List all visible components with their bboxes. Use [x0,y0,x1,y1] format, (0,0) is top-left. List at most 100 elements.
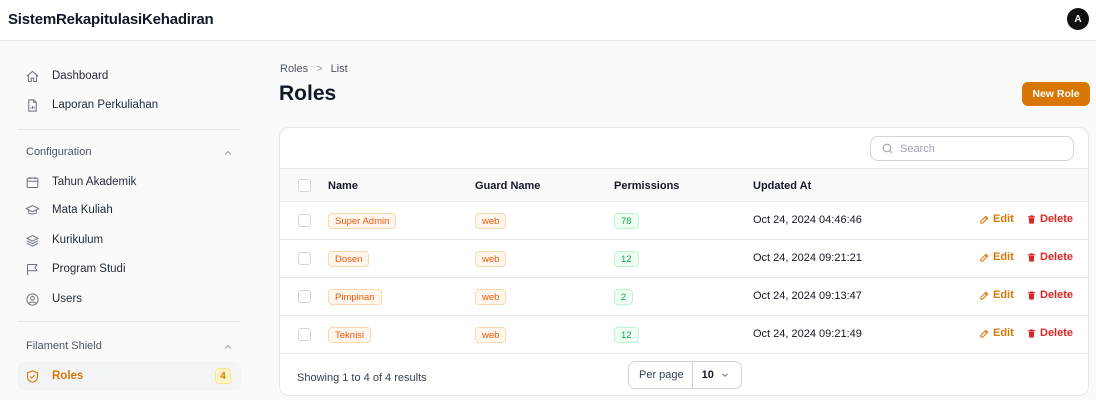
sidebar-item-mata-kuliah[interactable]: Mata Kuliah [18,196,240,224]
academic-cap-icon [25,204,40,214]
updated-at-cell: Oct 24, 2024 09:21:49 [753,328,862,340]
table-row[interactable]: Pimpinan web 2 Oct 24, 2024 09:13:47 Edi… [280,278,1088,316]
trash-icon [1027,214,1036,224]
top-bar: SistemRekapitulasiKehadiran A [0,0,1096,41]
table-row[interactable]: Super Admin web 78 Oct 24, 2024 04:46:46… [280,202,1088,240]
guard-badge: web [475,327,507,343]
flag-icon [27,263,38,275]
sidebar-item-label: Roles [52,370,84,382]
updated-at-cell: Oct 24, 2024 04:46:46 [753,214,862,226]
edit-button[interactable]: Edit [979,251,1014,263]
stack-icon [25,234,40,247]
delete-button[interactable]: Delete [1026,213,1073,225]
sidebar-divider [18,321,240,322]
user-circle-icon [26,292,39,306]
permissions-badge: 12 [614,327,639,343]
sidebar-item-label: Users [52,293,83,305]
column-header-permissions[interactable]: Permissions [614,180,679,192]
pencil-square-icon [980,329,989,338]
column-header-updated-at[interactable]: Updated At [753,180,811,192]
chevron-up-icon[interactable] [222,341,234,353]
search-field[interactable] [870,136,1074,161]
role-name-badge: Super Admin [328,213,397,229]
select-all-checkbox[interactable] [298,179,311,192]
pencil-square-icon [980,215,989,224]
sidebar-group-filament-shield[interactable]: Filament Shield [26,340,102,352]
updated-at-cell: Oct 24, 2024 09:21:21 [753,252,862,264]
delete-label: Delete [1040,289,1074,301]
row-checkbox[interactable] [298,214,311,227]
delete-label: Delete [1040,213,1074,225]
edit-button[interactable]: Edit [979,289,1014,301]
row-checkbox[interactable] [298,252,311,265]
search-icon [882,143,893,154]
permissions-badge: 12 [614,251,639,267]
sidebar-item-kurikulum[interactable]: Kurikulum [18,226,240,254]
app-title[interactable]: SistemRekapitulasiKehadiran [8,11,214,28]
pencil-square-icon [980,253,989,262]
sidebar-item-tahun-akademik[interactable]: Tahun Akademik [18,168,240,196]
guard-badge: web [475,289,507,305]
sidebar-item-dashboard[interactable]: Dashboard [18,62,240,90]
table-row[interactable]: Dosen web 12 Oct 24, 2024 09:21:21 Edit … [280,240,1088,278]
role-name-badge: Pimpinan [328,289,382,305]
count-badge: 4 [215,368,231,384]
shield-check-icon [26,369,39,383]
sidebar-item-label: Program Studi [52,263,126,275]
column-header-name[interactable]: Name [328,180,358,192]
per-page-label: Per page [629,362,693,388]
delete-label: Delete [1040,251,1074,263]
role-name-badge: Dosen [328,251,370,267]
sidebar-item-roles[interactable]: Roles 4 [18,362,241,390]
pencil-square-icon [980,291,989,300]
updated-at-cell: Oct 24, 2024 09:13:47 [753,290,862,302]
permissions-badge: 2 [614,289,634,305]
chevron-up-icon[interactable] [222,147,234,159]
sidebar-divider [18,129,240,130]
delete-button[interactable]: Delete [1026,251,1073,263]
column-header-guard-name[interactable]: Guard Name [475,180,540,192]
calendar-icon [26,176,39,188]
breadcrumb-roles[interactable]: Roles [280,63,308,75]
table-header: Name Guard Name Permissions Updated At [280,168,1088,202]
sidebar-item-program-studi[interactable]: Program Studi [18,255,240,283]
edit-label: Edit [993,289,1014,301]
guard-badge: web [475,251,507,267]
edit-label: Edit [993,251,1014,263]
sidebar-item-label: Dashboard [52,70,109,82]
per-page-value-text: 10 [701,369,714,381]
edit-label: Edit [993,213,1014,225]
edit-button[interactable]: Edit [979,213,1014,225]
breadcrumb-list: List [330,63,348,75]
page-title: Roles [279,82,337,105]
new-role-button[interactable]: New Role [1022,82,1090,106]
sidebar-item-label: Laporan Perkuliahan [52,99,159,111]
edit-button[interactable]: Edit [979,327,1014,339]
sidebar: Dashboard Laporan Perkuliahan Configurat… [0,41,258,400]
delete-button[interactable]: Delete [1026,327,1073,339]
trash-icon [1027,252,1036,262]
row-checkbox[interactable] [298,328,311,341]
search-input[interactable] [900,142,1050,155]
trash-icon [1027,290,1036,300]
pagination-summary: Showing 1 to 4 of 4 results [297,372,427,384]
delete-button[interactable]: Delete [1026,289,1073,301]
sidebar-item-laporan-perkuliahan[interactable]: Laporan Perkuliahan [18,91,240,119]
edit-label: Edit [993,327,1014,339]
row-checkbox[interactable] [298,290,311,303]
table-row[interactable]: Teknisi web 12 Oct 24, 2024 09:21:49 Edi… [280,316,1088,354]
document-chart-icon [28,98,37,112]
permissions-badge: 78 [614,213,639,229]
sidebar-item-label: Tahun Akademik [52,176,137,188]
trash-icon [1027,328,1036,338]
user-avatar[interactable]: A [1067,8,1089,30]
breadcrumb-separator: > [316,63,323,75]
per-page-select[interactable]: Per page 10 [628,361,742,389]
per-page-value[interactable]: 10 [693,369,730,381]
sidebar-item-label: Mata Kuliah [52,204,113,216]
sidebar-item-users[interactable]: Users [18,285,240,313]
sidebar-group-configuration[interactable]: Configuration [26,146,91,158]
role-name-badge: Teknisi [328,327,372,343]
chevron-down-icon [722,373,728,377]
sidebar-item-label: Kurikulum [52,234,104,246]
